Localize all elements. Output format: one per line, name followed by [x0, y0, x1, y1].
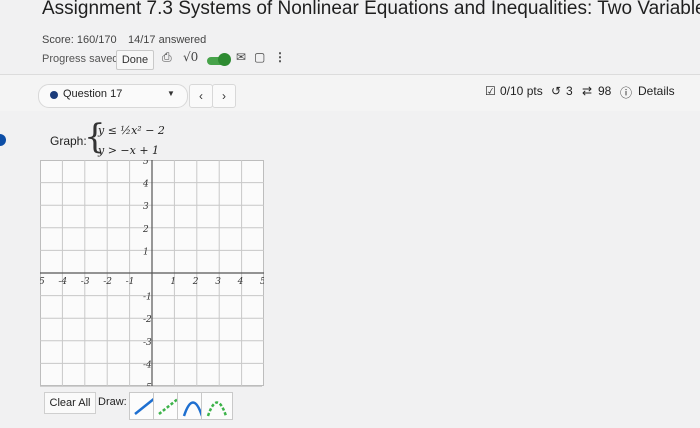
- x-tick-label: -4: [58, 277, 67, 287]
- submissions-icon: ⇄: [582, 84, 593, 98]
- print-icon[interactable]: ⎙: [162, 50, 172, 65]
- toggle-knob[interactable]: [218, 53, 231, 66]
- x-tick-label: 2: [192, 277, 199, 287]
- retry-icon: ↺: [551, 84, 562, 98]
- dashed-parabola-tool-button[interactable]: [201, 392, 233, 420]
- x-tick-label: 3: [215, 277, 221, 287]
- progress-status: Progress saved: [42, 53, 119, 65]
- y-tick-label: -4: [143, 360, 152, 370]
- x-tick-label: -5: [40, 277, 45, 287]
- dashed-parabola-icon: [206, 401, 228, 417]
- y-tick-label: 2: [142, 225, 149, 235]
- info-icon[interactable]: ⓘ: [620, 84, 632, 101]
- inequality-2: y > −x + 1: [98, 144, 160, 157]
- y-tick-label: 4: [142, 180, 149, 190]
- y-tick-label: 3: [143, 202, 149, 212]
- inequality-1: y ≤ ½x² − 2: [98, 124, 165, 137]
- question-status-dot: [50, 91, 58, 99]
- page-title: Assignment 7.3 Systems of Nonlinear Equa…: [42, 0, 700, 19]
- points-text: 0/10 pts: [500, 84, 543, 98]
- draw-label: Draw:: [98, 396, 127, 408]
- mail-icon[interactable]: ✉: [236, 50, 246, 64]
- x-tick-label: 5: [260, 277, 264, 287]
- graph-label: Graph:: [50, 134, 87, 148]
- y-tick-label: -2: [143, 315, 152, 325]
- y-tick-label: 1: [143, 247, 149, 257]
- y-tick-label: -3: [143, 338, 152, 348]
- y-tick-label: -1: [143, 293, 152, 303]
- x-tick-label: -3: [81, 277, 90, 287]
- coordinate-grid[interactable]: -5-4-3-2-11234554321-1-2-3-4-5: [36, 157, 266, 393]
- score-text: Score: 160/170: [42, 34, 117, 46]
- submissions-count: 98: [598, 84, 612, 98]
- chevron-down-icon[interactable]: ▼: [167, 89, 175, 98]
- retries-count: 3: [566, 84, 573, 98]
- answered-count: 14/17 answered: [128, 34, 207, 46]
- graph-bottom-divider: [40, 386, 262, 387]
- y-tick-label: 5: [143, 160, 149, 167]
- x-tick-label: -1: [126, 277, 135, 287]
- side-indicator: [0, 134, 6, 146]
- more-options-icon[interactable]: ⋮: [274, 50, 286, 64]
- next-question-button[interactable]: ›: [212, 84, 236, 108]
- x-tick-label: 4: [237, 277, 244, 287]
- x-tick-label: -2: [103, 277, 112, 287]
- math-input-icon[interactable]: √0: [183, 50, 198, 64]
- graph-area[interactable]: -5-4-3-2-11234554321-1-2-3-4-5: [36, 157, 266, 393]
- previous-question-button[interactable]: ‹: [189, 84, 213, 108]
- details-link[interactable]: Details: [638, 84, 675, 98]
- question-label: Question 17: [63, 88, 123, 100]
- edit-checkbox-icon: ☑: [485, 84, 496, 98]
- message-icon[interactable]: ▢: [254, 50, 265, 64]
- x-tick-label: 1: [170, 277, 176, 287]
- clear-all-button[interactable]: Clear All: [44, 392, 96, 414]
- done-button[interactable]: Done: [116, 50, 154, 70]
